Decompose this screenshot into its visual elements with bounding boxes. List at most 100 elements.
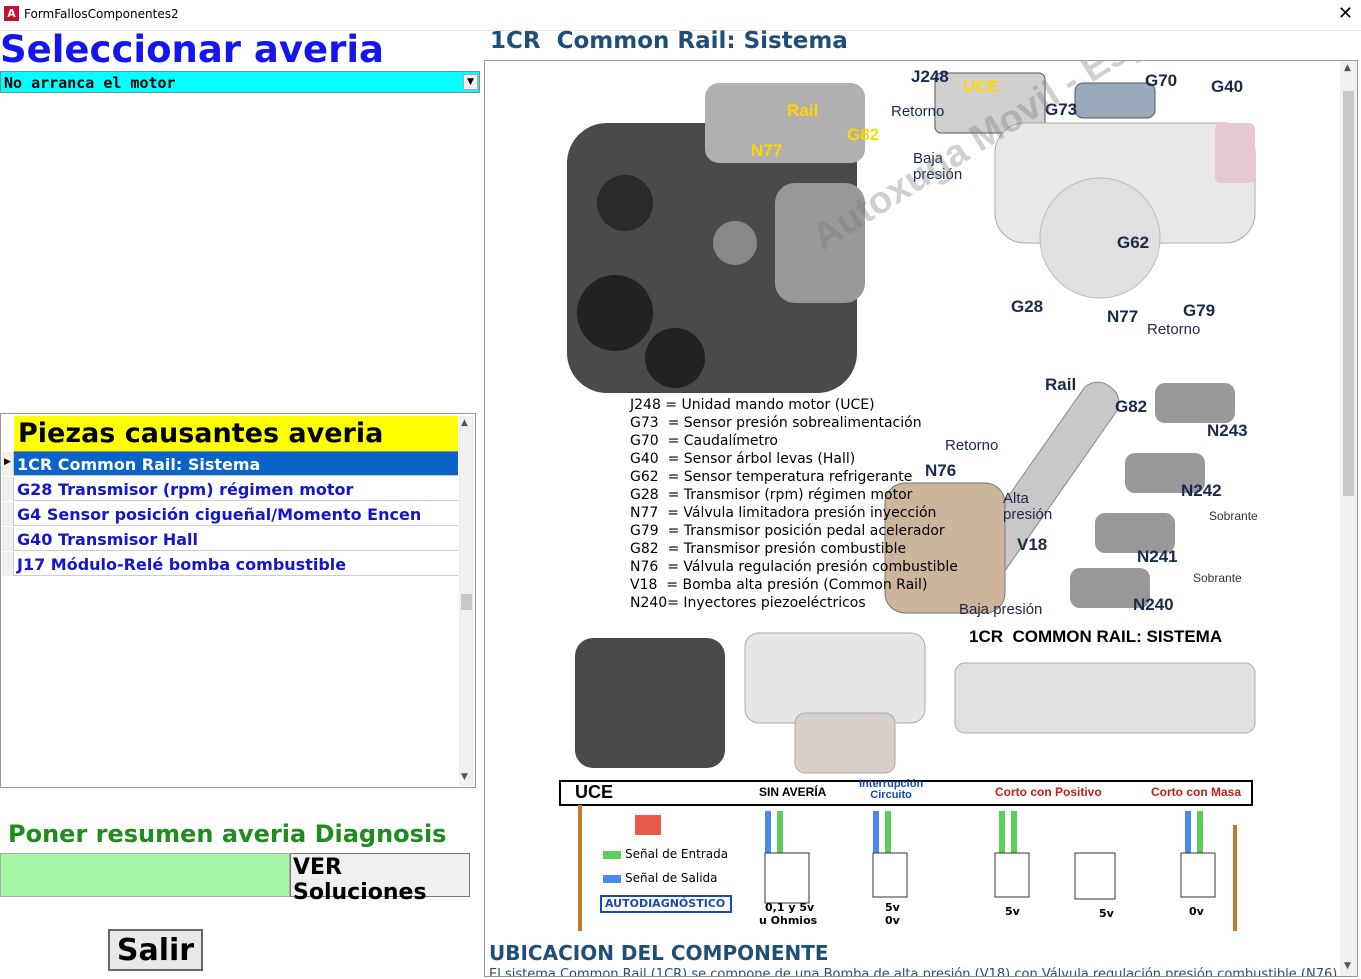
row-selector[interactable] bbox=[2, 527, 14, 551]
system-title: 1CR COMMON RAIL: SISTEMA bbox=[969, 627, 1223, 646]
label-n243: N243 bbox=[1207, 421, 1248, 440]
label-alta-presion: Alta presión bbox=[1003, 490, 1053, 523]
component-description: El sistema Common Rail (1CR) se compone … bbox=[489, 967, 1358, 977]
output-signal-label: Señal de Salida bbox=[625, 871, 718, 885]
page-title: Seleccionar averia bbox=[0, 28, 385, 71]
label-v18: V18 bbox=[1017, 535, 1048, 554]
viewer-scroll-thumb[interactable] bbox=[1343, 91, 1354, 496]
grid-header: Piezas causantes averia bbox=[14, 416, 458, 452]
row-selector-current[interactable]: ▶ bbox=[2, 452, 14, 476]
label-retorno-rail: Retorno bbox=[1147, 321, 1201, 338]
resume-label: Poner resumen averia Diagnosis bbox=[8, 820, 447, 848]
label-n240: N240 bbox=[1133, 595, 1174, 614]
grid-row-g4[interactable]: G4 Sensor posición cigueñal/Momento Ence… bbox=[14, 502, 458, 526]
grid-row-g40[interactable]: G40 Transmisor Hall bbox=[14, 527, 458, 551]
parts-grid: Piezas causantes averia ▶ 1CR Common Rai… bbox=[0, 413, 476, 788]
scroll-down-icon[interactable]: ▼ bbox=[1344, 961, 1351, 971]
state-corto-positivo: Corto con Positivo bbox=[995, 785, 1102, 799]
label-g28: G28 bbox=[1011, 297, 1044, 316]
legend-line: G28 = Transmisor (rpm) régimen motor bbox=[630, 487, 913, 503]
value-label: 5v bbox=[885, 901, 900, 914]
label-rail: Rail bbox=[1045, 375, 1077, 394]
label-g70: G70 bbox=[1145, 71, 1178, 90]
row-text: J17 Módulo-Relé bomba combustible bbox=[17, 555, 347, 574]
legend-line: N77 = Válvula limitadora presión inyecci… bbox=[630, 505, 937, 521]
state-corto-masa: Corto con Masa bbox=[1151, 785, 1242, 799]
label-baja-presion-bottom: Baja presión bbox=[959, 601, 1043, 618]
label-retorno-top: Retorno bbox=[891, 103, 945, 120]
row-text: G28 Transmisor (rpm) régimen motor bbox=[17, 480, 354, 499]
state-sin-averia: SIN AVERÍA bbox=[759, 785, 827, 799]
component-viewer: J248 UCE G70 G40 G73 Retorno Baja presió… bbox=[484, 60, 1358, 977]
fault-select[interactable]: No arranca el motor ▼ bbox=[0, 71, 480, 93]
label-rail-engine: Rail bbox=[787, 101, 819, 120]
window-title: FormFallosComponentes2 bbox=[24, 7, 179, 21]
value-label: 5v bbox=[1005, 905, 1020, 918]
label-g40: G40 bbox=[1211, 77, 1244, 96]
location-heading: UBICACION DEL COMPONENTE bbox=[489, 941, 829, 965]
legend-line: G70 = Caudalímetro bbox=[630, 433, 778, 449]
chevron-down-icon[interactable]: ▼ bbox=[463, 74, 478, 90]
label-sobrante-2: Sobrante bbox=[1193, 571, 1242, 585]
label-g62: G62 bbox=[1117, 233, 1150, 252]
label-n77-engine: N77 bbox=[751, 141, 783, 160]
label-n76: N76 bbox=[925, 461, 957, 480]
label-sobrante-1: Sobrante bbox=[1209, 509, 1258, 523]
row-selector[interactable] bbox=[2, 552, 14, 576]
row-pointer-icon: ▶ bbox=[4, 457, 11, 467]
value-label: 5v bbox=[1099, 907, 1114, 920]
small-system-image bbox=[575, 632, 1256, 774]
value-label: u Ohmios bbox=[759, 914, 818, 927]
common-rail-diagram: J248 UCE G70 G40 G73 Retorno Baja presió… bbox=[555, 61, 1357, 939]
label-n242: N242 bbox=[1181, 481, 1222, 500]
viewer-scrollbar[interactable]: ▲ ▼ bbox=[1340, 61, 1357, 976]
row-text: 1CR Common Rail: Sistema bbox=[17, 455, 261, 474]
value-label: 0v bbox=[1189, 905, 1204, 918]
legend-line: J248 = Unidad mando motor (UCE) bbox=[630, 397, 875, 413]
grid-header-label: Piezas causantes averia bbox=[18, 418, 384, 449]
row-text: G40 Transmisor Hall bbox=[17, 530, 199, 549]
autodiag-label: AUTODIAGNÓSTICO bbox=[605, 897, 726, 910]
label-uce: UCE bbox=[963, 77, 999, 96]
row-selector[interactable] bbox=[2, 502, 14, 526]
grid-row-g28[interactable]: G28 Transmisor (rpm) régimen motor bbox=[14, 477, 458, 501]
close-icon[interactable]: ✕ bbox=[1338, 3, 1353, 24]
signal-uce: UCE bbox=[575, 782, 614, 802]
legend-line: G40 = Sensor árbol levas (Hall) bbox=[630, 451, 856, 467]
value-label: 0v bbox=[885, 914, 900, 927]
window-titlebar: A FormFallosComponentes2 ✕ bbox=[0, 0, 1361, 31]
legend-line: G82 = Transmisor presión combustible bbox=[630, 541, 907, 557]
label-n241: N241 bbox=[1137, 547, 1178, 566]
grid-scrollbar[interactable]: ▲ ▼ bbox=[459, 416, 474, 786]
resume-input[interactable] bbox=[0, 853, 290, 897]
label-g79: G79 bbox=[1183, 301, 1216, 320]
scroll-thumb[interactable] bbox=[461, 594, 472, 610]
legend-line: G73 = Sensor presión sobrealimentación bbox=[630, 415, 922, 431]
label-g82: G82 bbox=[1115, 397, 1148, 416]
row-text: G4 Sensor posición cigueñal/Momento Ence… bbox=[17, 505, 422, 524]
legend-line: G79 = Transmisor posición pedal acelerad… bbox=[630, 523, 945, 539]
label-g82-engine: G82 bbox=[847, 125, 880, 144]
scroll-up-icon[interactable]: ▲ bbox=[1344, 63, 1351, 73]
legend-line: G62 = Sensor temperatura refrigerante bbox=[630, 469, 913, 485]
label-retorno-pump: Retorno bbox=[945, 437, 999, 454]
view-solutions-button[interactable]: VER Soluciones bbox=[290, 853, 470, 905]
legend-line: N76 = Válvula regulación presión combust… bbox=[630, 559, 958, 575]
scroll-down-icon[interactable]: ▼ bbox=[461, 772, 468, 782]
label-n77: N77 bbox=[1107, 307, 1139, 326]
input-signal-label: Señal de Entrada bbox=[625, 847, 729, 861]
app-icon: A bbox=[4, 6, 19, 21]
legend-line: V18 = Bomba alta presión (Common Rail) bbox=[630, 577, 928, 593]
legend-line: N240= Inyectores piezoeléctricos bbox=[630, 595, 866, 611]
grid-row-j17[interactable]: J17 Módulo-Relé bomba combustible bbox=[14, 552, 458, 576]
component-title: 1CR Common Rail: Sistema bbox=[490, 28, 848, 54]
row-selector[interactable] bbox=[2, 477, 14, 501]
label-j248: J248 bbox=[911, 67, 949, 86]
grid-row-1cr[interactable]: 1CR Common Rail: Sistema bbox=[14, 452, 458, 476]
scroll-up-icon[interactable]: ▲ bbox=[461, 418, 468, 428]
exit-button[interactable]: Salir bbox=[108, 929, 203, 971]
schematic-image bbox=[934, 72, 1256, 299]
fault-select-value: No arranca el motor bbox=[4, 74, 176, 92]
value-label: 0,1 y 5v bbox=[765, 901, 815, 914]
state-interrupcion: Interrupción Circuito bbox=[859, 778, 924, 801]
